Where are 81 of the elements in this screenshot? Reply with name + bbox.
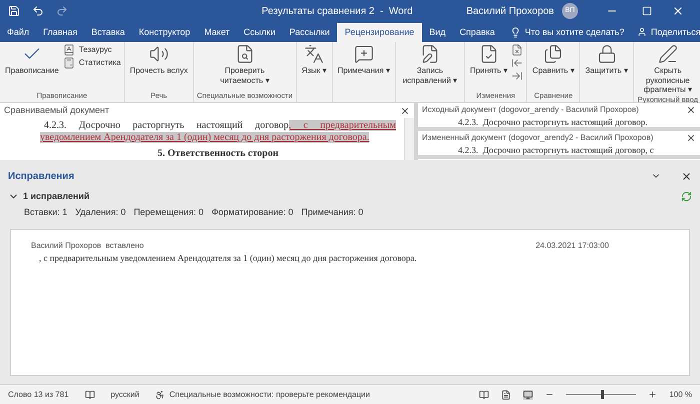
revision-count: Перемещения: 0 bbox=[134, 206, 204, 219]
ribbon-tab[interactable]: Вставка bbox=[84, 23, 132, 42]
ribbon-button[interactable]: Примечания ▾ bbox=[336, 42, 392, 76]
accessibility-status[interactable]: Специальные возможности: проверьте рекомендации bbox=[169, 388, 370, 400]
ribbon-button[interactable]: Скрыть рукописные фрагменты ▾ bbox=[636, 42, 699, 94]
ribbon-button[interactable]: Принять ▾ bbox=[468, 42, 510, 76]
ribbon-button[interactable]: Правописание bbox=[3, 42, 61, 76]
ribbon-icon-button[interactable] bbox=[511, 57, 524, 69]
pen-icon bbox=[658, 44, 678, 64]
ribbon-tab[interactable]: Рецензирование bbox=[336, 23, 422, 42]
ribbon-small-button[interactable]: Статистика bbox=[62, 57, 121, 69]
ribbon-button[interactable]: Язык ▾ bbox=[300, 42, 329, 76]
accessibility-icon[interactable] bbox=[155, 390, 166, 400]
person-icon bbox=[636, 27, 647, 38]
share-button[interactable]: Поделиться bbox=[636, 26, 700, 39]
zoom-in-icon[interactable] bbox=[648, 390, 658, 399]
ribbon-icon-button[interactable] bbox=[511, 44, 524, 56]
document-paragraph: 4.2.3. Досрочно расторгнуть настоящий договор, с bbox=[457, 145, 655, 155]
revision-text: , с предварительным уведомлением Арендодателя за 1 (один) месяц до дня расторжения договора. bbox=[38, 252, 418, 265]
close-icon[interactable] bbox=[672, 5, 684, 17]
revision-date: 24.03.2021 17:03:00 bbox=[536, 240, 609, 252]
close-icon[interactable] bbox=[681, 170, 692, 182]
document-paragraph: 4.2.3. Досрочно расторгнуть настоящий договор, с предварительным уведомлением Арендодателя за 1 (один) месяц до дня расторжения договора. bbox=[40, 120, 396, 144]
calculator-icon bbox=[62, 57, 75, 69]
close-icon[interactable] bbox=[686, 133, 696, 143]
tell-me-field[interactable]: Что вы хотите сделать? bbox=[524, 24, 637, 40]
revisions-summary: 1 исправлений bbox=[23, 190, 90, 203]
user-name: Василий Прохоров bbox=[466, 4, 554, 18]
maximize-icon[interactable] bbox=[642, 6, 652, 16]
arrow-right-icon bbox=[511, 70, 524, 82]
refresh-icon[interactable] bbox=[681, 191, 692, 202]
ribbon-tab[interactable]: Справка bbox=[452, 23, 502, 42]
ribbon-button[interactable]: Проверить читаемость ▾ bbox=[214, 42, 276, 85]
close-icon[interactable] bbox=[400, 106, 410, 116]
ribbon-button[interactable]: Защитить ▾ bbox=[583, 42, 630, 76]
language-icon bbox=[304, 44, 324, 64]
pane-title: Измененный документ (dogovor_arendy2 - Василий Прохоров) bbox=[422, 132, 654, 144]
ribbon-tab[interactable]: Вид bbox=[422, 23, 453, 42]
ribbon-button[interactable]: Запись исправлений ▾ bbox=[398, 42, 461, 85]
ribbon-button[interactable]: Прочесть вслух bbox=[128, 42, 190, 76]
word-count[interactable]: Слово 13 из 781 bbox=[8, 388, 69, 400]
language[interactable]: русский bbox=[110, 388, 140, 400]
ribbon-button[interactable]: Сравнить ▾ bbox=[530, 42, 576, 76]
close-icon[interactable] bbox=[686, 105, 696, 115]
pane-title: Сравниваемый документ bbox=[4, 104, 110, 117]
lightbulb-icon bbox=[510, 27, 521, 38]
read-mode-icon[interactable] bbox=[479, 390, 490, 400]
document-x-icon bbox=[511, 44, 524, 56]
ribbon-small-button[interactable]: Тезаурус bbox=[62, 44, 121, 56]
ribbon-tab[interactable]: Макет bbox=[197, 23, 237, 42]
revision-author: Василий Прохоров вставлено bbox=[31, 240, 144, 252]
ribbon-tab[interactable]: Конструктор bbox=[132, 23, 198, 42]
ribbon-tab[interactable]: Рассылки bbox=[282, 23, 337, 42]
zoom-thumb[interactable] bbox=[601, 390, 604, 399]
pane-title: Исправления bbox=[8, 170, 74, 184]
zoom-level[interactable]: 100 % bbox=[669, 388, 692, 400]
print-layout-icon[interactable] bbox=[501, 390, 512, 400]
undo-icon[interactable] bbox=[32, 5, 44, 17]
revision-count: Форматирование: 0 bbox=[212, 206, 294, 219]
ribbon-tab[interactable]: Файл bbox=[0, 23, 36, 42]
ribbon-tab[interactable]: Ссылки bbox=[236, 23, 282, 42]
revision-card[interactable]: Василий Прохоров вставлено 24.03.2021 17:03:00 , с предварительным уведомлением Арендодателя за 1 (один) месяц до дня расторжения договора. bbox=[10, 229, 690, 376]
save-icon[interactable] bbox=[8, 5, 20, 17]
lock-icon bbox=[596, 44, 617, 64]
pane-title: Исходный документ (dogovor_arendy - Василий Прохоров) bbox=[422, 104, 639, 116]
ribbon-icon-button[interactable] bbox=[511, 70, 524, 82]
proofing-icon[interactable] bbox=[84, 390, 95, 400]
documents-icon bbox=[543, 44, 564, 64]
window-title: Результаты сравнения 2 - Word bbox=[260, 4, 414, 18]
speaker-icon bbox=[148, 44, 169, 64]
revision-count: Примечания: 0 bbox=[301, 206, 364, 219]
revision-count: Вставки: 1 bbox=[24, 206, 68, 218]
book-icon bbox=[62, 44, 75, 56]
document-paragraph: 4.2.3. Досрочно расторгнуть настоящий договор. bbox=[457, 117, 648, 127]
comment-icon bbox=[354, 44, 374, 64]
ribbon-tab[interactable]: Главная bbox=[36, 23, 84, 42]
scrollbar[interactable] bbox=[404, 118, 414, 160]
arrow-left-icon bbox=[511, 57, 524, 69]
revision-count: Удаления: 0 bbox=[75, 206, 126, 219]
document-heading: 5. Ответственность сторон bbox=[156, 148, 280, 160]
web-layout-icon[interactable] bbox=[523, 390, 534, 400]
